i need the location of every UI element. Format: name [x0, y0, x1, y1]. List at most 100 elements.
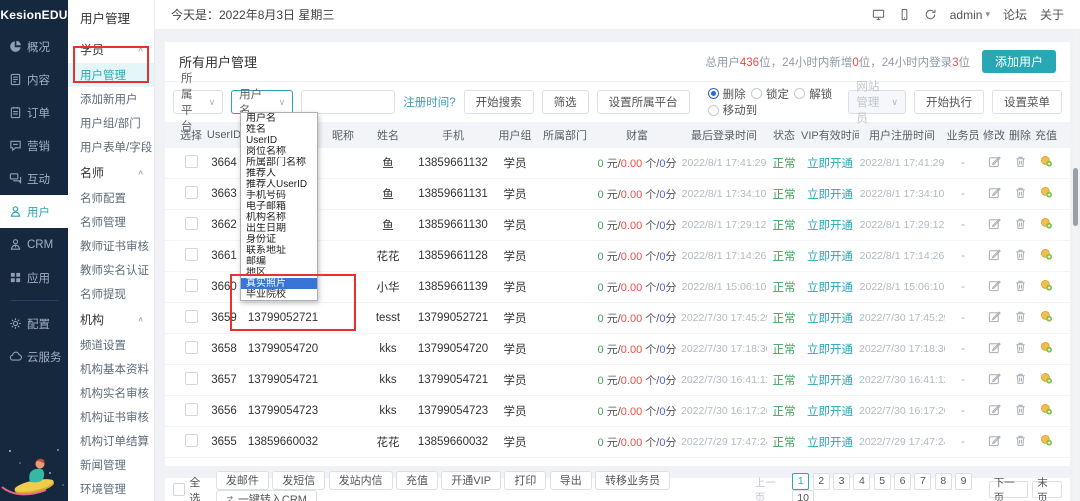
- recharge-icon[interactable]: [1040, 372, 1053, 385]
- keyword-input[interactable]: [301, 90, 395, 114]
- secondary-nav-item[interactable]: 用户表单/字段: [68, 135, 154, 159]
- dropdown-option[interactable]: 手机号码: [241, 190, 317, 201]
- dropdown-option[interactable]: 岗位名称: [241, 146, 317, 157]
- row-checkbox[interactable]: [185, 310, 198, 323]
- secondary-nav-item[interactable]: 教师证书审核: [68, 234, 154, 258]
- about-link[interactable]: 关于: [1040, 6, 1064, 23]
- edit-icon[interactable]: [988, 279, 1001, 292]
- recharge-icon[interactable]: [1040, 217, 1053, 230]
- next-page-button[interactable]: 下一页: [989, 481, 1029, 498]
- trash-icon[interactable]: [1014, 372, 1027, 385]
- row-checkbox[interactable]: [185, 434, 198, 447]
- bulk-action-button[interactable]: 导出: [550, 471, 592, 490]
- secondary-nav-item[interactable]: 名师配置: [68, 186, 154, 210]
- primary-nav-item[interactable]: 用户: [0, 195, 68, 228]
- dropdown-option[interactable]: 邮编: [241, 256, 317, 267]
- edit-icon[interactable]: [988, 341, 1001, 354]
- primary-nav-item[interactable]: 应用: [0, 261, 68, 294]
- set-platform-button[interactable]: 设置所属平台: [597, 90, 690, 114]
- vip-activate-link[interactable]: 立即开通: [801, 248, 859, 264]
- secondary-nav-group-header[interactable]: 名师 ∧: [68, 159, 154, 186]
- edit-icon[interactable]: [988, 434, 1001, 447]
- admin-menu[interactable]: admin ▾: [950, 8, 990, 22]
- primary-nav-item[interactable]: 内容: [0, 63, 68, 96]
- radio-option[interactable]: 解锁: [794, 86, 832, 102]
- bulk-action-button[interactable]: 转移业务员: [595, 471, 670, 490]
- primary-nav-item[interactable]: 订单: [0, 96, 68, 129]
- secondary-nav-item[interactable]: 机构基本资料: [68, 357, 154, 381]
- dropdown-option[interactable]: 推荐人UserID: [241, 179, 317, 190]
- row-checkbox[interactable]: [185, 186, 198, 199]
- scrollbar-track[interactable]: [1073, 30, 1078, 501]
- edit-icon[interactable]: [988, 310, 1001, 323]
- secondary-nav-item[interactable]: 机构实名审核: [68, 381, 154, 405]
- page-number-button[interactable]: 2: [813, 473, 830, 490]
- trash-icon[interactable]: [1014, 279, 1027, 292]
- edit-icon[interactable]: [988, 186, 1001, 199]
- secondary-nav-item[interactable]: 新闻管理: [68, 453, 154, 477]
- last-page-button[interactable]: 末页: [1032, 481, 1062, 498]
- primary-nav-item[interactable]: 互动: [0, 162, 68, 195]
- page-number-button[interactable]: 9: [955, 473, 972, 490]
- secondary-nav-item[interactable]: 机构证书审核: [68, 405, 154, 429]
- vip-activate-link[interactable]: 立即开通: [801, 403, 859, 419]
- add-user-button[interactable]: 添加用户: [982, 50, 1056, 73]
- secondary-nav-item[interactable]: 添加新用户: [68, 87, 154, 111]
- select-all-checkbox[interactable]: [173, 483, 185, 496]
- primary-nav-item[interactable]: 营销: [0, 129, 68, 162]
- row-checkbox[interactable]: [185, 372, 198, 385]
- vip-activate-link[interactable]: 立即开通: [801, 217, 859, 233]
- dropdown-option[interactable]: 身份证: [241, 234, 317, 245]
- trash-icon[interactable]: [1014, 434, 1027, 447]
- dropdown-option[interactable]: 毕业院校: [241, 289, 317, 300]
- trash-icon[interactable]: [1014, 186, 1027, 199]
- primary-nav-item[interactable]: 配置: [0, 307, 68, 340]
- secondary-nav-item[interactable]: 环境管理: [68, 477, 154, 501]
- filter-button[interactable]: 筛选: [542, 90, 589, 114]
- recharge-icon[interactable]: [1040, 403, 1053, 416]
- bulk-action-button[interactable]: 发短信: [272, 471, 325, 490]
- secondary-nav-group-header[interactable]: 机构 ∧: [68, 306, 154, 333]
- dropdown-option[interactable]: 真实照片: [241, 278, 317, 289]
- vip-activate-link[interactable]: 立即开通: [801, 341, 859, 357]
- recharge-icon[interactable]: [1040, 155, 1053, 168]
- row-checkbox[interactable]: [185, 217, 198, 230]
- trash-icon[interactable]: [1014, 155, 1027, 168]
- bulk-action-button[interactable]: 打印: [504, 471, 546, 490]
- trash-icon[interactable]: [1014, 403, 1027, 416]
- vip-activate-link[interactable]: 立即开通: [801, 310, 859, 326]
- secondary-nav-item[interactable]: 用户组/部门: [68, 111, 154, 135]
- secondary-nav-item[interactable]: 名师提现: [68, 282, 154, 306]
- select-all[interactable]: 全选: [173, 474, 210, 501]
- primary-nav-item[interactable]: CRM: [0, 228, 68, 261]
- platform-select[interactable]: 所属平台∨: [173, 90, 223, 114]
- row-checkbox[interactable]: [185, 248, 198, 261]
- dropdown-option[interactable]: 联系地址: [241, 245, 317, 256]
- recharge-icon[interactable]: [1040, 341, 1053, 354]
- page-number-button[interactable]: 8: [935, 473, 952, 490]
- page-number-button[interactable]: 6: [894, 473, 911, 490]
- scrollbar-thumb[interactable]: [1073, 168, 1078, 226]
- row-checkbox[interactable]: [185, 155, 198, 168]
- row-checkbox[interactable]: [185, 341, 198, 354]
- page-number-button[interactable]: 7: [914, 473, 931, 490]
- page-number-button[interactable]: 10: [792, 490, 814, 501]
- row-checkbox[interactable]: [185, 279, 198, 292]
- execute-button[interactable]: 开始执行: [914, 90, 984, 114]
- search-field-select[interactable]: 用户名∨: [231, 90, 293, 114]
- dropdown-option[interactable]: UserID: [241, 135, 317, 146]
- edit-icon[interactable]: [988, 372, 1001, 385]
- dropdown-option[interactable]: 电子邮箱: [241, 201, 317, 212]
- recharge-icon[interactable]: [1040, 310, 1053, 323]
- row-checkbox[interactable]: [185, 403, 198, 416]
- recharge-icon[interactable]: [1040, 248, 1053, 261]
- trash-icon[interactable]: [1014, 217, 1027, 230]
- primary-nav-item[interactable]: 概况: [0, 30, 68, 63]
- trash-icon[interactable]: [1014, 248, 1027, 261]
- edit-icon[interactable]: [988, 248, 1001, 261]
- phone-icon[interactable]: [898, 8, 911, 21]
- vip-activate-link[interactable]: 立即开通: [801, 279, 859, 295]
- secondary-nav-item[interactable]: 机构订单结算: [68, 429, 154, 453]
- secondary-nav-item[interactable]: 教师实名认证: [68, 258, 154, 282]
- bulk-action-button[interactable]: 发站内信: [329, 471, 393, 490]
